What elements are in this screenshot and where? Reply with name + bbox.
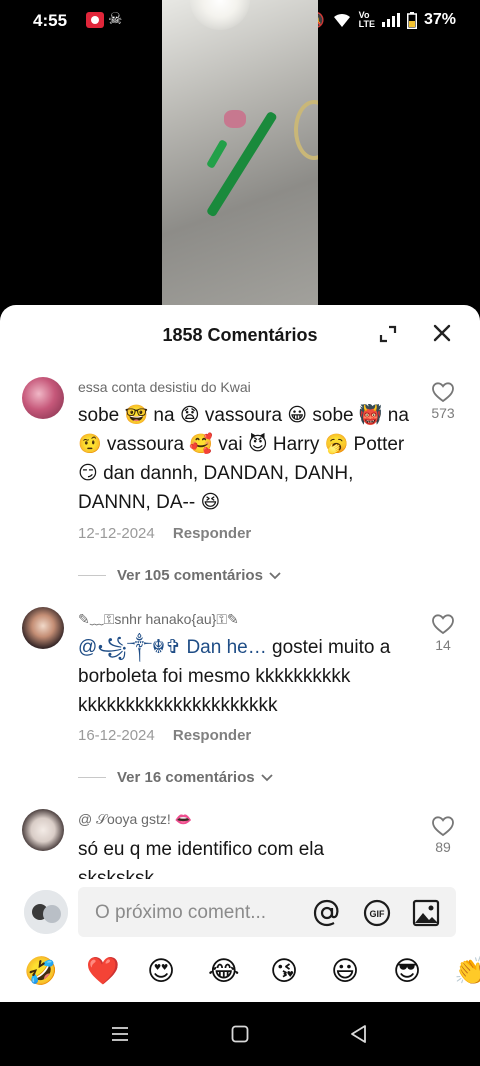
reply-button[interactable]: Responder <box>173 727 251 744</box>
gif-icon[interactable]: GIF <box>363 899 391 927</box>
comment-text: @꧁༒☬✞ Dan he… gostei muito a borboleta f… <box>78 633 428 720</box>
like-button[interactable]: 89 <box>428 815 458 855</box>
comment-date: 16-12-2024 <box>78 727 155 744</box>
expand-icon[interactable] <box>379 325 397 343</box>
like-count: 14 <box>435 637 451 653</box>
comments-sheet: 1858 Comentários essa conta desistiu do … <box>0 305 480 1002</box>
video-player[interactable] <box>162 0 318 305</box>
emoji-button[interactable]: 😎 <box>393 955 421 987</box>
divider-line <box>78 575 106 576</box>
screen-record-icon <box>86 12 104 28</box>
comment-input[interactable]: O próximo coment... GIF <box>78 887 456 937</box>
heart-icon <box>432 816 454 837</box>
video-broom-head <box>206 139 228 169</box>
reply-button[interactable]: Responder <box>173 525 251 542</box>
comments-title: 1858 Comentários <box>162 325 318 345</box>
emoji-button[interactable]: 🤣 <box>24 955 58 987</box>
comment-text: só eu q me identifico com ela sksksksk <box>78 839 325 879</box>
recents-menu-icon[interactable] <box>111 1026 129 1042</box>
emoji-button[interactable]: 😃 <box>331 955 359 987</box>
navigation-bar <box>0 1002 480 1066</box>
view-replies-button[interactable]: Ver 105 comentários <box>78 567 281 584</box>
comments-list[interactable]: essa conta desistiu do Kwai sobe 🤓 na 😧 … <box>0 365 480 879</box>
emoji-button[interactable]: 😂 <box>208 955 240 987</box>
battery-icon <box>406 11 417 29</box>
comment-username[interactable]: @ 𝒮ooya gstz! 👄 <box>78 811 192 828</box>
comment-mention[interactable]: @꧁༒☬✞ Dan he… <box>78 637 267 658</box>
comment-date: 12-12-2024 <box>78 525 155 542</box>
emoji-button[interactable]: 👏 <box>454 955 480 987</box>
like-count: 89 <box>435 839 451 855</box>
comment-input-bar: O próximo coment... GIF <box>0 879 480 949</box>
avatar[interactable] <box>22 377 64 419</box>
user-photo <box>24 890 68 934</box>
video-light <box>190 0 250 30</box>
volte-icon: Vo LTE <box>358 10 375 29</box>
avatar[interactable] <box>22 809 64 851</box>
close-icon[interactable] <box>431 322 453 344</box>
comment-input-placeholder: O próximo coment... <box>95 902 267 923</box>
comment-username[interactable]: essa conta desistiu do Kwai <box>78 379 251 395</box>
avatar <box>24 890 68 934</box>
emoji-button[interactable]: 😍 <box>147 955 175 987</box>
wifi-icon <box>333 13 350 27</box>
view-replies-button[interactable]: Ver 16 comentários <box>78 769 273 786</box>
like-count: 573 <box>431 405 455 421</box>
back-icon[interactable] <box>350 1024 368 1044</box>
chevron-down-icon <box>269 571 281 579</box>
like-button[interactable]: 573 <box>428 381 458 421</box>
comment-meta: 12-12-2024 Responder <box>78 525 251 542</box>
like-button[interactable]: 14 <box>428 613 458 653</box>
avatar[interactable] <box>22 607 64 649</box>
comment-username[interactable]: ✎﹏⚿snhr hanako{au}⚿✎ <box>78 609 239 629</box>
home-icon[interactable] <box>231 1025 249 1043</box>
image-icon[interactable] <box>412 899 440 927</box>
comment-text: sobe 🤓 na 😧 vassoura 😀 sobe 👹 na 🤨 vasso… <box>78 405 409 513</box>
heart-icon <box>432 382 454 403</box>
signal-icon <box>381 13 400 27</box>
emoji-button[interactable]: ❤️ <box>86 955 120 987</box>
emoji-bar: 🤣 ❤️ 😍 😂 😘 😃 😎 👏 <box>0 949 480 1002</box>
video-ring <box>294 100 318 160</box>
view-replies-label: Ver 16 comentários <box>117 769 255 786</box>
chevron-down-icon <box>260 773 273 781</box>
heart-icon <box>432 614 454 635</box>
comment-meta: 16-12-2024 Responder <box>78 727 251 744</box>
view-replies-label: Ver 105 comentários <box>117 567 263 584</box>
video-object <box>224 110 246 128</box>
emoji-button[interactable]: 😘 <box>270 955 298 987</box>
pirate-icon: ☠ <box>108 11 123 28</box>
divider-line <box>78 777 106 778</box>
status-time: 4:55 <box>33 11 68 30</box>
mention-icon[interactable] <box>313 899 341 927</box>
svg-text:GIF: GIF <box>370 909 386 919</box>
battery-percent: 37% <box>423 11 456 28</box>
